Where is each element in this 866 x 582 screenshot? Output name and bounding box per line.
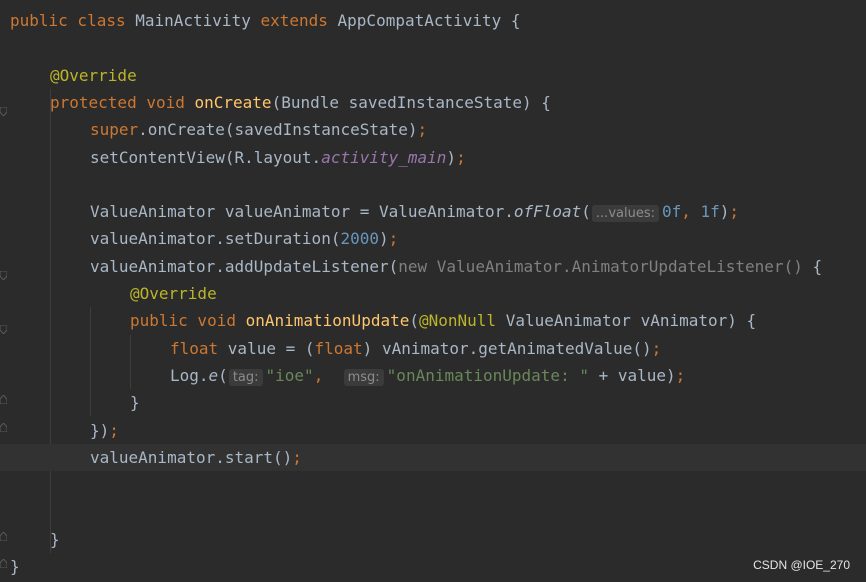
code-token: activity_main bbox=[321, 147, 447, 167]
code-text: @Override bbox=[50, 62, 137, 89]
code-editor[interactable]: public class MainActivity extends AppCom… bbox=[0, 0, 866, 582]
code-token: ) vAnimator.getAnimatedValue() bbox=[362, 338, 652, 358]
code-token: float bbox=[314, 338, 363, 358]
code-token: ; bbox=[292, 447, 302, 467]
code-token: new ValueAnimator.AnimatorUpdateListener… bbox=[398, 256, 813, 276]
code-token: onCreate bbox=[194, 92, 272, 112]
code-token: ; bbox=[729, 202, 740, 222]
code-token: ) bbox=[446, 147, 457, 167]
code-token: public void bbox=[130, 311, 246, 331]
code-token: ( bbox=[409, 311, 419, 331]
code-text: } bbox=[50, 526, 60, 553]
code-text: } bbox=[130, 389, 140, 416]
code-line[interactable]: super.onCreate(savedInstanceState); bbox=[0, 116, 866, 143]
code-token: AppCompatActivity { bbox=[337, 11, 521, 30]
code-text: valueAnimator.setDuration(2000); bbox=[90, 225, 398, 252]
code-token: ) bbox=[378, 229, 389, 249]
csdn-watermark: CSDN @IOE_270 bbox=[753, 558, 850, 572]
code-token: ofFloat bbox=[513, 202, 582, 222]
parameter-hint: ...values: bbox=[591, 205, 659, 223]
code-line[interactable]: } bbox=[0, 553, 866, 580]
code-token: ValueAnimator vAnimator) { bbox=[505, 311, 757, 331]
code-line[interactable]: public void onAnimationUpdate(@NonNull V… bbox=[0, 307, 866, 334]
code-token: super bbox=[90, 120, 139, 140]
code-token: (Bundle savedInstanceState) { bbox=[271, 92, 551, 112]
code-token: ; bbox=[651, 338, 662, 358]
code-token: ( bbox=[581, 202, 591, 222]
code-token: public class bbox=[10, 11, 136, 30]
code-token: protected void bbox=[50, 92, 195, 112]
code-line[interactable]: valueAnimator.setDuration(2000); bbox=[0, 225, 866, 252]
code-text: Log.e(tag: "ioe", msg: "onAnimationUpdate:… bbox=[170, 362, 685, 391]
code-token: }) bbox=[90, 420, 110, 440]
code-token: valueAnimator.addUpdateListener( bbox=[90, 256, 399, 276]
code-token: MainActivity bbox=[135, 11, 261, 30]
code-token: "ioe" bbox=[265, 365, 314, 385]
code-token: "onAnimationUpdate: " bbox=[386, 365, 589, 385]
code-line[interactable]: }); bbox=[0, 417, 866, 444]
code-text: setContentView(R.layout.activity_main); bbox=[90, 144, 466, 171]
code-line[interactable] bbox=[0, 471, 866, 498]
code-line[interactable] bbox=[0, 498, 866, 525]
code-line[interactable]: @Override bbox=[0, 62, 866, 89]
code-token: ; bbox=[109, 420, 119, 440]
code-token: ( bbox=[218, 365, 228, 385]
code-token: ) bbox=[719, 202, 730, 222]
code-token: .onCreate(savedInstanceState) bbox=[138, 120, 418, 140]
code-token: Log. bbox=[170, 365, 209, 385]
code-line[interactable]: ValueAnimator valueAnimator = ValueAnima… bbox=[0, 198, 866, 225]
code-token: , bbox=[681, 202, 701, 222]
code-token: ; bbox=[456, 147, 466, 167]
code-line[interactable]: } bbox=[0, 389, 866, 416]
code-text: }); bbox=[90, 417, 119, 444]
parameter-hint: msg: bbox=[343, 368, 384, 386]
parameter-hint: tag: bbox=[228, 368, 263, 386]
code-token: } bbox=[130, 393, 140, 413]
code-token: + value) bbox=[588, 365, 676, 385]
code-token: @Override bbox=[130, 284, 217, 303]
code-token: onAnimationUpdate bbox=[245, 311, 410, 331]
code-token: float bbox=[170, 338, 228, 358]
code-token: ; bbox=[675, 365, 686, 385]
code-line[interactable] bbox=[0, 34, 866, 61]
code-text: protected void onCreate(Bundle savedInst… bbox=[50, 89, 551, 116]
code-token: valueAnimator.start() bbox=[90, 447, 293, 467]
code-token: setContentView(R.layout. bbox=[90, 147, 322, 167]
code-line[interactable]: @Override bbox=[0, 280, 866, 307]
code-line[interactable]: float value = (float) vAnimator.getAnima… bbox=[0, 335, 866, 362]
code-token: 0f bbox=[661, 202, 682, 222]
code-token: 1f bbox=[700, 202, 720, 222]
code-token: ; bbox=[417, 120, 428, 140]
code-text: ValueAnimator valueAnimator = ValueAnima… bbox=[90, 198, 739, 227]
code-token: valueAnimator.setDuration( bbox=[90, 229, 341, 249]
code-line[interactable]: valueAnimator.start(); bbox=[0, 443, 866, 471]
code-line[interactable]: public class MainActivity extends AppCom… bbox=[0, 7, 866, 34]
code-line[interactable]: protected void onCreate(Bundle savedInst… bbox=[0, 89, 866, 116]
code-text: public void onAnimationUpdate(@NonNull V… bbox=[130, 307, 756, 334]
code-text: float value = (float) vAnimator.getAnima… bbox=[170, 335, 661, 362]
code-line[interactable]: valueAnimator.addUpdateListener(new Valu… bbox=[0, 253, 866, 280]
code-token: } bbox=[10, 557, 20, 576]
code-text: public class MainActivity extends AppCom… bbox=[10, 7, 521, 34]
code-token: } bbox=[50, 529, 60, 549]
code-line[interactable]: Log.e(tag: "ioe", msg: "onAnimationUpdate:… bbox=[0, 362, 866, 389]
code-token: { bbox=[812, 256, 823, 276]
code-text: super.onCreate(savedInstanceState); bbox=[90, 116, 427, 143]
code-token: extends bbox=[260, 11, 338, 30]
code-token: ValueAnimator valueAnimator = ValueAnima… bbox=[90, 202, 514, 222]
code-token: value = ( bbox=[227, 338, 315, 358]
code-token: e bbox=[208, 365, 219, 385]
code-line[interactable] bbox=[0, 171, 866, 198]
code-token: 2000 bbox=[340, 229, 379, 249]
code-text: valueAnimator.addUpdateListener(new Valu… bbox=[90, 253, 822, 280]
code-token: @NonNull bbox=[419, 311, 506, 331]
code-token: , bbox=[313, 365, 343, 385]
code-token: @Override bbox=[50, 65, 137, 85]
code-text: valueAnimator.start(); bbox=[90, 444, 302, 471]
code-text: @Override bbox=[130, 280, 217, 307]
code-token: ; bbox=[388, 229, 399, 249]
code-line[interactable]: setContentView(R.layout.activity_main); bbox=[0, 144, 866, 171]
code-line[interactable]: } bbox=[0, 526, 866, 553]
code-text: } bbox=[10, 553, 20, 580]
